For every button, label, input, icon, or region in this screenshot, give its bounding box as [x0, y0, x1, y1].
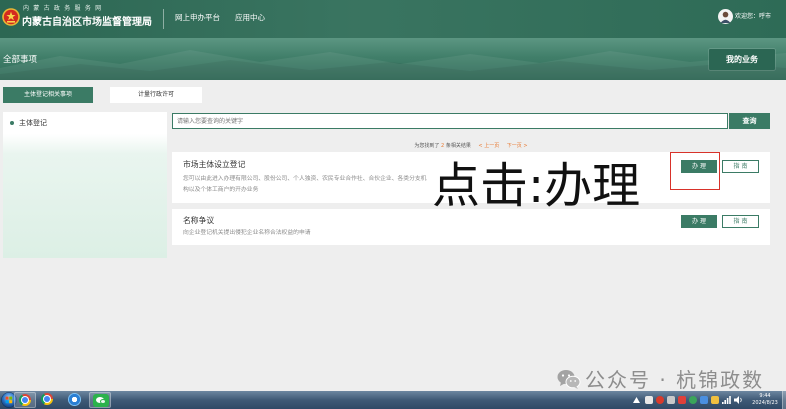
nav-online-application[interactable]: 网上申办平台 [175, 13, 220, 23]
speaker-icon[interactable] [734, 396, 743, 404]
chrome-icon [19, 394, 31, 406]
item-description: 构以及个体工商户的开办业务 [183, 187, 259, 193]
chrome-icon [41, 393, 53, 405]
site-header: 内 蒙 古 政 务 服 务 网 内蒙古自治区市场监督管理局 网上申办平台 应用中… [0, 0, 786, 38]
taskbar-chrome-button[interactable] [37, 392, 59, 408]
taskbar-clock-time[interactable]: 9:44 [748, 393, 782, 399]
search-button[interactable]: 查询 [729, 113, 770, 129]
results-suffix: 条相关结果 [445, 143, 471, 149]
wechat-icon [93, 394, 109, 407]
taskbar-wechat-button[interactable] [89, 392, 111, 408]
guide-button[interactable]: 指 南 [722, 215, 759, 228]
search-input[interactable] [172, 113, 728, 129]
item-description: 向企业登记机关提出侵犯企业名称合法权益的申请 [183, 230, 311, 236]
org-name-logo-text[interactable]: 内蒙古自治区市场监督管理局 [22, 16, 152, 29]
show-desktop-button[interactable] [782, 391, 786, 409]
tray-flag-icon[interactable] [711, 396, 719, 404]
tray-icon[interactable] [678, 396, 686, 404]
user-avatar-icon[interactable] [718, 9, 733, 24]
page-banner: 全部事项 我的业务 [0, 38, 786, 80]
category-sidebar: 主体登记 [3, 112, 167, 258]
taskbar-chrome-button[interactable] [14, 392, 36, 408]
windows-taskbar: 9:44 2024/8/23 [0, 391, 786, 409]
item-title: 市场主体设立登记 [183, 160, 246, 169]
my-business-button[interactable]: 我的业务 [709, 49, 775, 70]
tray-icon[interactable] [689, 396, 697, 404]
tray-expand-arrow-icon[interactable] [633, 397, 640, 403]
app-icon [68, 393, 81, 406]
results-summary: 为您找到了 2 条相关结果 < 上一页 下一页 > [172, 143, 770, 150]
handle-button[interactable]: 办 理 [681, 215, 717, 228]
taskbar-app-button[interactable] [64, 392, 86, 408]
header-divider [163, 9, 164, 29]
network-icon[interactable] [722, 396, 731, 404]
list-item: 名称争议 向企业登记机关提出侵犯企业名称合法权益的申请 办 理 指 南 [172, 209, 770, 245]
portal-name: 内 蒙 古 政 务 服 务 网 [23, 5, 103, 12]
page-title: 全部事项 [3, 55, 38, 65]
watermark-text: 公众号 · 杭锦政数 [585, 368, 765, 392]
nav-app-center[interactable]: 应用中心 [235, 13, 265, 23]
tray-icon[interactable] [700, 396, 708, 404]
results-prefix: 为您找到了 [414, 143, 440, 149]
item-description: 您可以由此进入办理有限公司、股份公司、个人独资、农民专业合作社、合伙企业、各类分… [183, 176, 427, 182]
annotation-highlight-box [670, 152, 720, 190]
next-page-link[interactable]: 下一页 > [507, 143, 528, 149]
taskbar-clock-date[interactable]: 2024/8/23 [748, 400, 782, 406]
tab-entity-registration[interactable]: 主体登记相关事项 [3, 87, 93, 103]
prev-page-link[interactable]: < 上一页 [478, 143, 499, 149]
wechat-icon [557, 370, 581, 389]
welcome-user-text[interactable]: 欢迎您：呼市 [735, 13, 771, 21]
sidebar-item-entity-registration[interactable]: 主体登记 [19, 119, 47, 128]
guide-button[interactable]: 指 南 [722, 160, 759, 173]
tray-icon[interactable] [667, 396, 675, 404]
tray-icon[interactable] [645, 396, 653, 404]
annotation-instruction-text: 点击:办理 [432, 158, 641, 214]
national-emblem-icon [2, 8, 20, 26]
item-title: 名称争议 [183, 216, 215, 225]
banner-mountain-texture [0, 50, 786, 80]
tab-metrology-permit[interactable]: 计量行政许可 [110, 87, 202, 103]
bullet-dot-icon [10, 121, 14, 125]
results-count: 2 [441, 143, 445, 149]
tray-icon[interactable] [656, 396, 664, 404]
